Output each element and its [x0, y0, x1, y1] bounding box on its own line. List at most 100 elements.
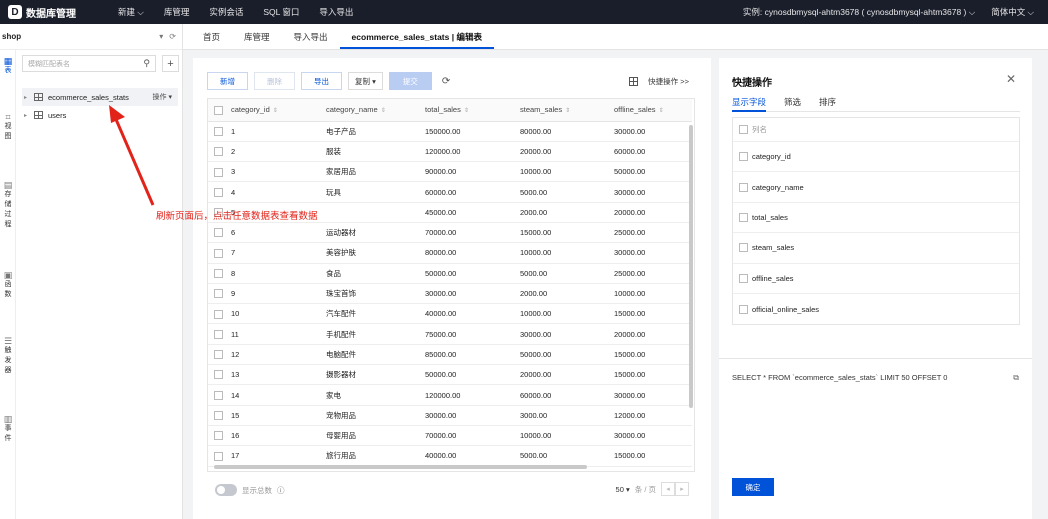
column-header[interactable]: total_sales ⇕	[425, 99, 520, 122]
table-cell[interactable]: 75000.00	[425, 323, 520, 345]
table-cell[interactable]: 60000.00	[425, 181, 520, 203]
table-cell[interactable]: 70000.00	[425, 425, 520, 447]
table-cell[interactable]: 5000.00	[520, 181, 614, 203]
table-cell[interactable]: 25000.00	[614, 263, 692, 284]
nav-sql-window[interactable]: SQL 窗口	[253, 6, 309, 18]
copy-icon[interactable]: ⧉	[1013, 373, 1019, 383]
rail-triggers[interactable]: ☰ 触发器	[0, 336, 16, 376]
table-cell[interactable]: 10000.00	[520, 303, 614, 325]
submit-button[interactable]: 提交	[388, 72, 432, 90]
row-checkbox[interactable]	[214, 411, 223, 421]
tree-item-ecommerce-sales-stats[interactable]: ▸ ecommerce_sales_stats 操作 ▾	[22, 88, 178, 106]
table-cell[interactable]: 7	[228, 242, 326, 264]
table-cell[interactable]: 15	[228, 405, 326, 426]
table-row[interactable]: 8 食品 50000.00 5000.00 25000.00	[208, 263, 692, 284]
close-icon[interactable]: ✕	[1006, 72, 1016, 86]
table-cell[interactable]: 50000.00	[614, 161, 692, 183]
chevron-down-icon[interactable]: ▾	[159, 32, 163, 41]
table-cell[interactable]: 旅行用品	[326, 445, 425, 467]
table-cell[interactable]: 11	[228, 323, 326, 345]
table-row[interactable]: 9 珠宝首饰 30000.00 2000.00 10000.00	[208, 283, 692, 305]
column-header[interactable]: steam_sales ⇕	[520, 99, 614, 122]
tab-home[interactable]: 首页	[191, 31, 232, 49]
sort-icon[interactable]: ⇕	[381, 108, 386, 114]
table-cell[interactable]: 电脑配件	[326, 344, 425, 366]
table-cell[interactable]: 45000.00	[425, 202, 520, 223]
table-cell[interactable]: 玩具	[326, 181, 425, 203]
delete-row-button[interactable]: 删除	[254, 72, 295, 90]
table-cell[interactable]: 4	[228, 181, 326, 203]
refresh-icon[interactable]: ⟳	[169, 32, 176, 41]
table-cell[interactable]: 5000.00	[520, 263, 614, 284]
table-cell[interactable]: 80000.00	[425, 242, 520, 264]
row-checkbox[interactable]	[214, 248, 223, 258]
search-icon[interactable]: ⚲	[143, 58, 150, 69]
table-cell[interactable]: 10000.00	[614, 283, 692, 305]
row-checkbox[interactable]	[214, 126, 223, 136]
row-checkbox[interactable]	[214, 431, 223, 441]
rail-events[interactable]: ▥ 事件	[0, 414, 16, 444]
field-checkbox[interactable]	[739, 243, 748, 253]
rail-tables[interactable]: ▦ 表	[0, 56, 16, 76]
export-button[interactable]: 导出	[301, 72, 342, 90]
table-cell[interactable]: 30000.00	[614, 425, 692, 447]
table-cell[interactable]: 90000.00	[425, 161, 520, 183]
nav-new[interactable]: 新建 ⌵	[108, 6, 154, 18]
add-row-button[interactable]: 新增	[207, 72, 248, 90]
grid-icon[interactable]	[629, 77, 639, 86]
table-cell[interactable]: 2000.00	[520, 283, 614, 305]
table-cell[interactable]: 3000.00	[520, 405, 614, 426]
row-checkbox[interactable]	[214, 268, 223, 278]
table-row[interactable]: 14 家电 120000.00 60000.00 30000.00	[208, 384, 692, 406]
table-cell[interactable]: 2000.00	[520, 202, 614, 223]
table-cell[interactable]: 运动器材	[326, 222, 425, 244]
table-row[interactable]: 1 电子产品 150000.00 80000.00 30000.00	[208, 121, 692, 142]
table-cell[interactable]: 6	[228, 222, 326, 244]
field-checkbox[interactable]	[739, 182, 748, 192]
table-search-input[interactable]: 模糊匹配表名 ⚲	[22, 55, 156, 72]
table-cell[interactable]: 家电	[326, 384, 425, 406]
database-selector[interactable]: shop ▾ ⟳	[0, 24, 182, 50]
tree-item-users[interactable]: ▸ users	[22, 106, 178, 124]
table-row[interactable]: 7 美容护肤 80000.00 10000.00 30000.00	[208, 242, 692, 264]
table-cell[interactable]: 2	[228, 141, 326, 163]
table-cell[interactable]: 食品	[326, 263, 425, 284]
table-cell[interactable]: 30000.00	[614, 181, 692, 203]
nav-import-export[interactable]: 导入导出	[309, 6, 363, 18]
table-cell[interactable]: 120000.00	[425, 141, 520, 163]
table-row[interactable]: 15 宠物用品 30000.00 3000.00 12000.00	[208, 405, 692, 426]
table-cell[interactable]	[326, 202, 425, 223]
row-checkbox[interactable]	[214, 228, 223, 238]
confirm-button[interactable]: 确定	[732, 478, 774, 496]
prev-page-button[interactable]: ◂	[661, 482, 675, 496]
page-size-select[interactable]: 50 ▾	[616, 485, 630, 494]
table-cell[interactable]: 150000.00	[425, 121, 520, 142]
horizontal-scrollbar[interactable]	[214, 465, 587, 469]
table-cell[interactable]: 40000.00	[425, 303, 520, 325]
vertical-scrollbar[interactable]	[689, 125, 693, 408]
table-cell[interactable]: 30000.00	[425, 283, 520, 305]
table-cell[interactable]: 30000.00	[614, 121, 692, 142]
sort-icon[interactable]: ⇕	[273, 108, 278, 114]
tab-display-fields[interactable]: 显示字段	[732, 96, 767, 112]
field-item[interactable]: official_online_sales	[733, 294, 1019, 324]
table-cell[interactable]: 120000.00	[425, 384, 520, 406]
row-checkbox[interactable]	[214, 289, 223, 299]
column-header[interactable]: category_name ⇕	[326, 99, 425, 122]
field-item[interactable]: category_name	[733, 172, 1019, 203]
table-cell[interactable]: 50000.00	[425, 364, 520, 386]
rail-functions[interactable]: ▣ 函数	[0, 270, 16, 300]
table-row[interactable]: 6 运动器材 70000.00 15000.00 25000.00	[208, 222, 692, 244]
table-cell[interactable]: 13	[228, 364, 326, 386]
row-checkbox[interactable]	[214, 370, 223, 380]
info-icon[interactable]: ⓘ	[277, 485, 285, 496]
table-cell[interactable]: 30000.00	[520, 323, 614, 345]
add-table-button[interactable]: +	[162, 55, 179, 72]
table-cell[interactable]: 12	[228, 344, 326, 366]
table-cell[interactable]: 20000.00	[614, 323, 692, 345]
table-cell[interactable]: 15000.00	[614, 364, 692, 386]
sort-icon[interactable]: ⇕	[464, 108, 469, 114]
table-cell[interactable]: 1	[228, 121, 326, 142]
table-cell[interactable]: 珠宝首饰	[326, 283, 425, 305]
table-cell[interactable]: 宠物用品	[326, 405, 425, 426]
